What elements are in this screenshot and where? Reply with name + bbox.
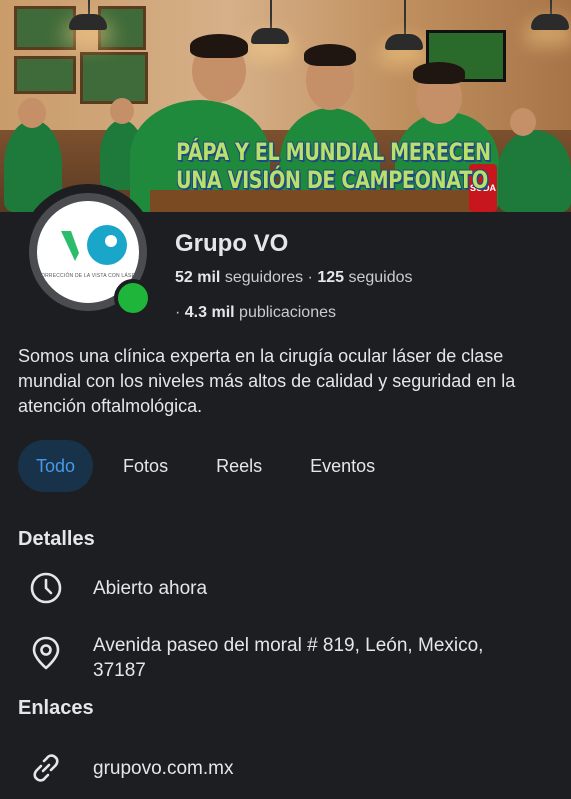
tab-todo[interactable]: Todo <box>18 440 94 492</box>
stats-separator: · <box>175 304 181 321</box>
hours-row <box>28 570 64 606</box>
cover-headline: PÁPA Y EL MUNDIAL MERECEN UNA VISIÓN DE … <box>176 138 491 194</box>
wall-frame <box>80 52 148 104</box>
followers-count[interactable]: 52 mil <box>175 269 220 286</box>
website-link[interactable]: grupovo.com.mx <box>93 756 233 781</box>
ceiling-lamp <box>251 28 289 44</box>
location-pin-icon <box>32 636 60 670</box>
address-line1: Avenida paseo del moral # 819, León, Mex… <box>93 635 484 656</box>
logo-tagline: CORRECCIÓN DE LA VISTA CON LÁSER <box>37 273 139 279</box>
cover-photo[interactable]: SODA PÁPA Y EL MUNDIAL MERECEN UNA VISIÓ… <box>0 0 571 212</box>
following-count[interactable]: 125 <box>317 269 344 286</box>
page-bio: Somos una clínica experta en la cirugía … <box>18 346 516 416</box>
clock-icon <box>30 572 62 604</box>
wall-frame <box>14 56 76 94</box>
follow-stats: 52 mil seguidores · 125 seguidos <box>175 269 413 287</box>
tab-fotos[interactable]: Fotos <box>105 440 186 492</box>
details-heading: Detalles <box>18 528 95 550</box>
cover-headline-line2: UNA VISIÓN DE CAMPEONATO <box>176 166 488 194</box>
stats-separator: · <box>307 269 313 286</box>
fan-figure <box>498 130 571 212</box>
posts-count: 4.3 mil <box>184 304 235 321</box>
links-heading: Enlaces <box>18 697 94 719</box>
ceiling-lamp <box>69 14 107 30</box>
website-row <box>28 750 64 786</box>
online-status-indicator <box>114 279 152 317</box>
profile-tabs: Todo Fotos Reels Eventos <box>18 440 405 492</box>
hours-text: Abierto ahora <box>93 578 208 599</box>
address-text[interactable]: Avenida paseo del moral # 819, León, Mex… <box>93 633 483 683</box>
tab-reels[interactable]: Reels <box>198 440 280 492</box>
link-icon <box>33 754 59 782</box>
posts-stats: · 4.3 mil publicaciones <box>175 304 336 322</box>
cover-headline-line1: PÁPA Y EL MUNDIAL MERECEN <box>176 138 491 166</box>
address-row <box>28 635 64 671</box>
following-label[interactable]: seguidos <box>348 269 412 286</box>
ceiling-lamp <box>531 14 569 30</box>
ceiling-lamp <box>385 34 423 50</box>
page-name: Grupo VO <box>175 230 289 257</box>
tab-eventos[interactable]: Eventos <box>292 440 393 492</box>
wall-frame <box>14 6 76 50</box>
logo-o-eye-icon <box>87 225 127 265</box>
address-line2: 37187 <box>93 660 146 681</box>
followers-label[interactable]: seguidores <box>225 269 303 286</box>
posts-label: publicaciones <box>239 304 336 321</box>
